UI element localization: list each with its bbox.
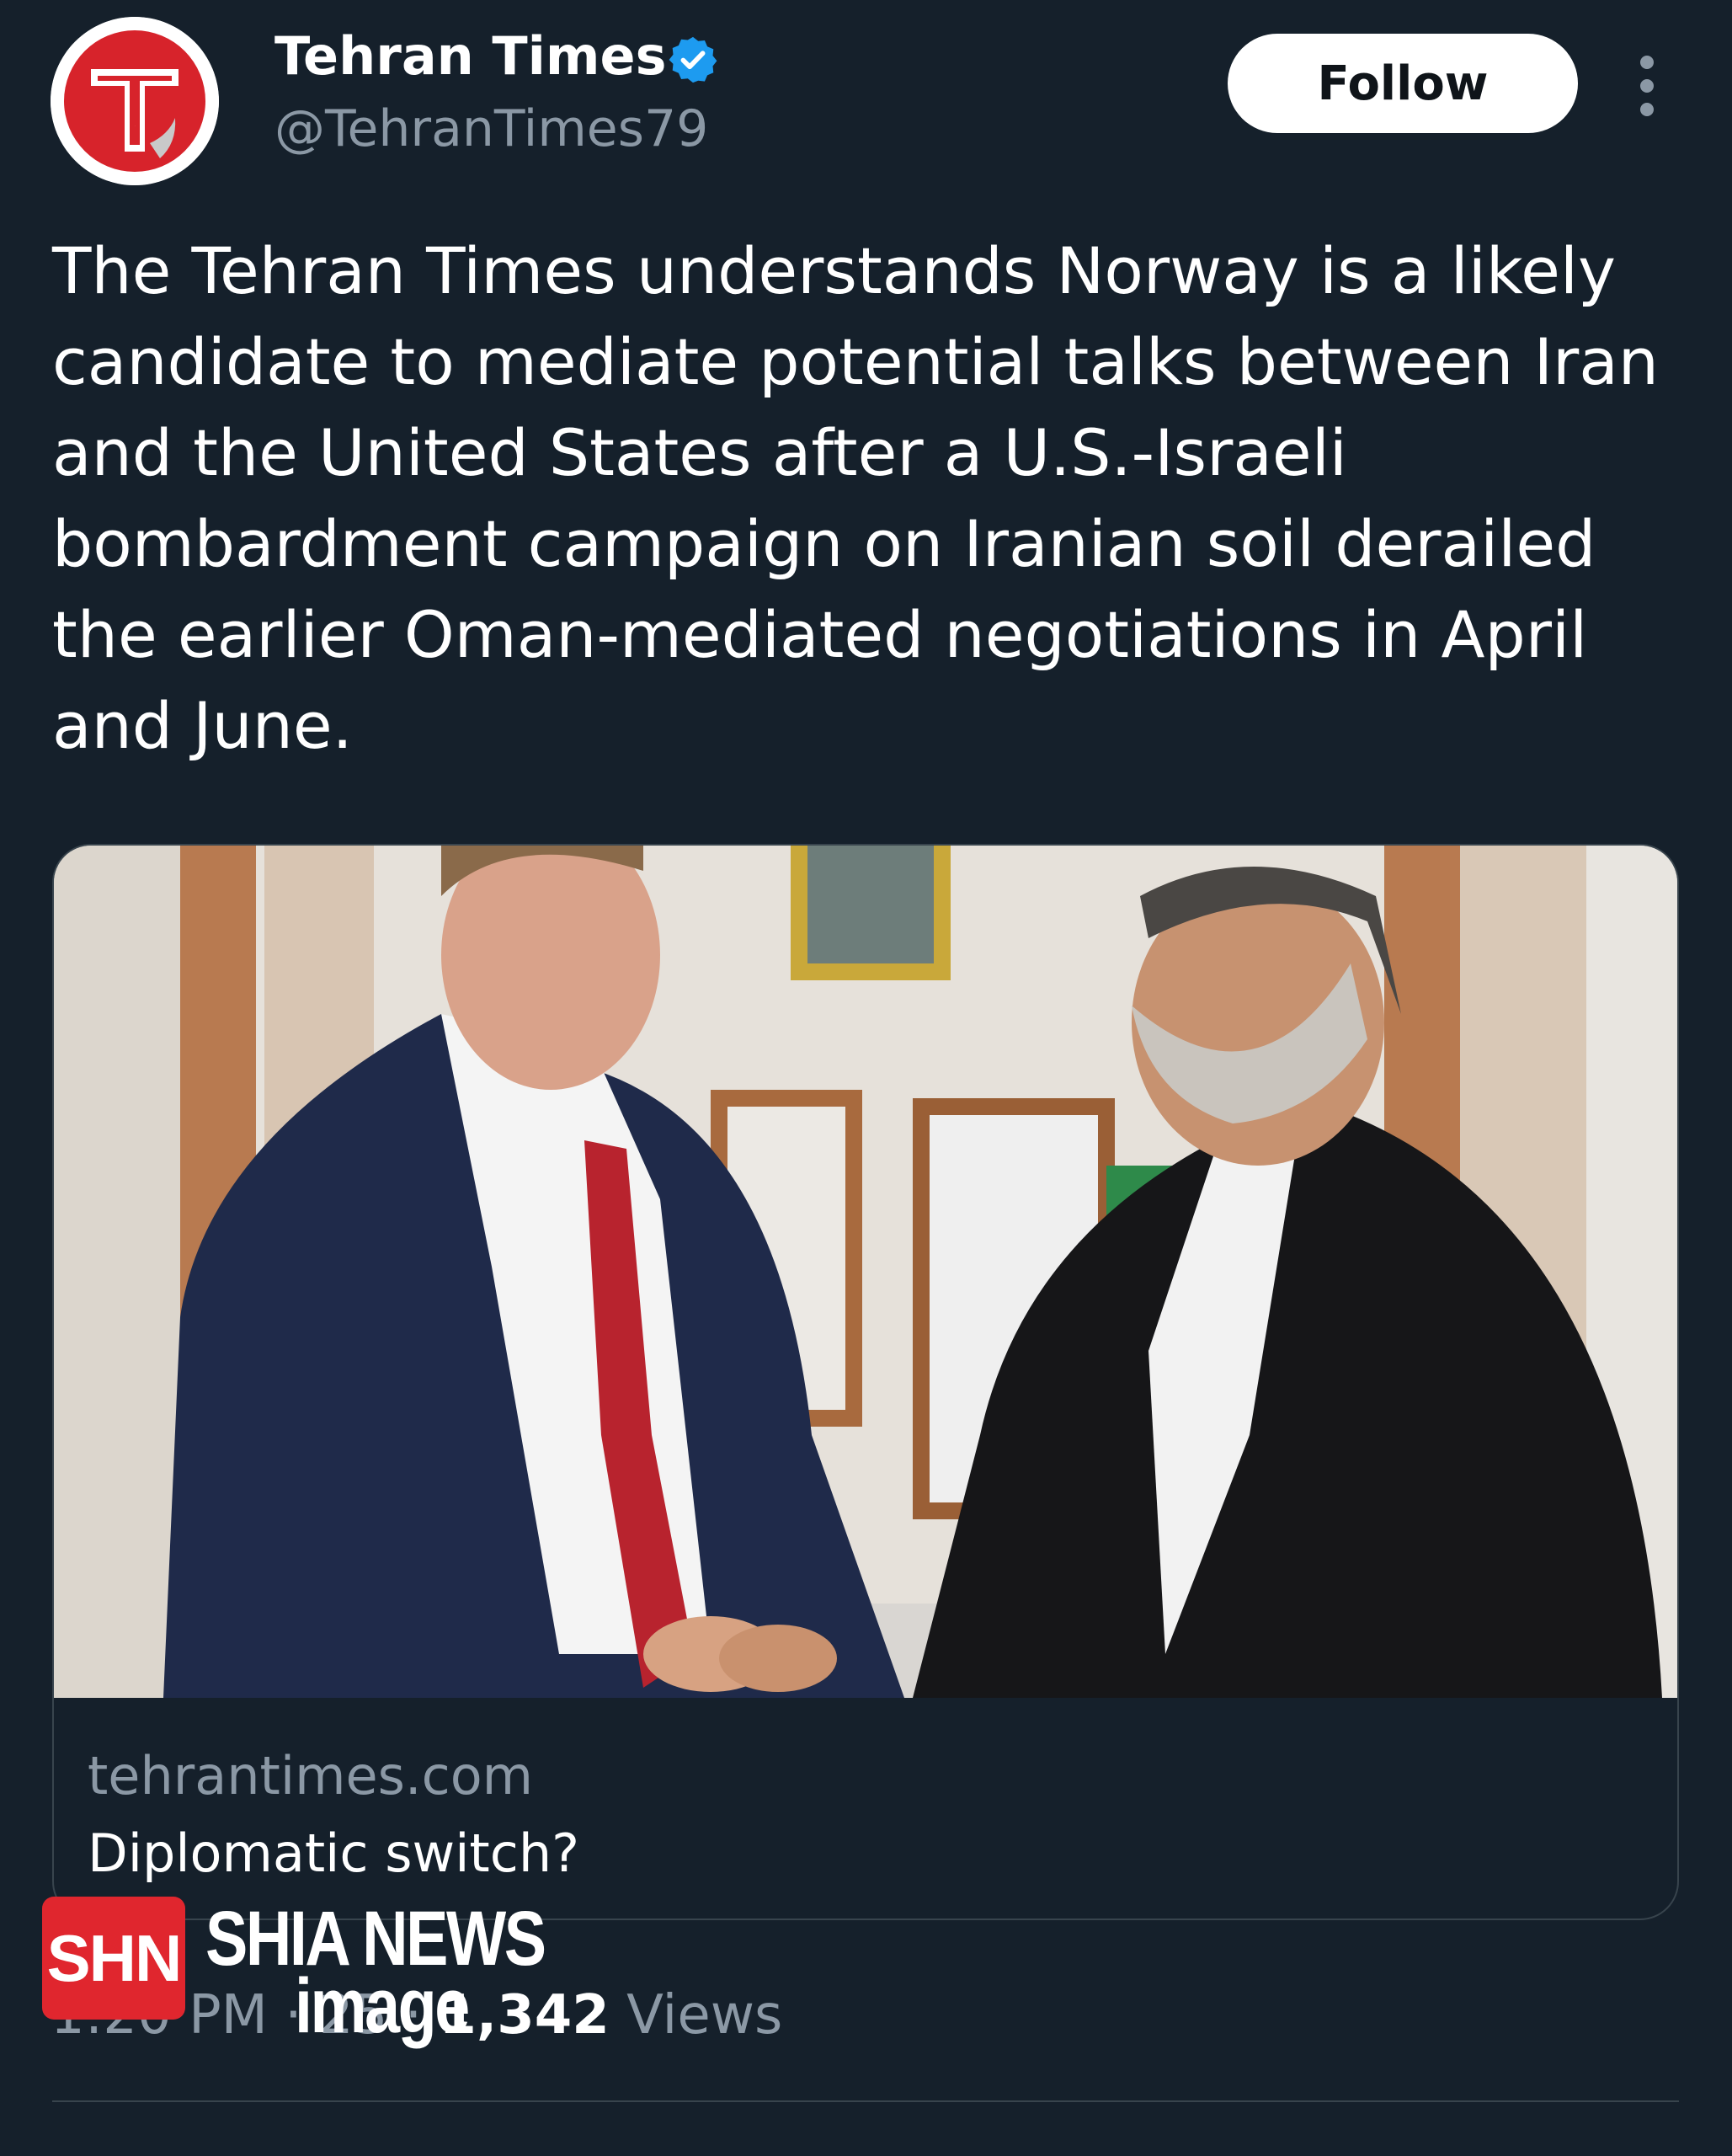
link-card[interactable]: tehrantimes.com Diplomatic switch? [52, 844, 1679, 1920]
card-photo[interactable] [54, 846, 1679, 1698]
tweet-text: The Tehran Times understands Norway is a… [52, 233, 1659, 763]
card-title[interactable]: Diplomatic switch? [88, 1822, 579, 1884]
more-vertical-icon[interactable] [1630, 52, 1664, 120]
tweet: T Tehran Times @TehranTimes79 Follow The… [0, 0, 1732, 2156]
avatar[interactable]: T [51, 17, 219, 185]
verified-badge-icon [669, 36, 717, 83]
watermark-subtitle: image [295, 1963, 470, 2049]
watermark-logo: SHN [42, 1897, 185, 2020]
display-name[interactable]: Tehran Times [274, 25, 666, 87]
views-label: Views [626, 1984, 783, 2047]
card-domain[interactable]: tehrantimes.com [88, 1745, 533, 1806]
divider [52, 2100, 1679, 2102]
tehran-times-logo: T [51, 17, 219, 185]
follow-button[interactable]: Follow [1228, 34, 1578, 133]
user-handle[interactable]: @TehranTimes79 [274, 99, 708, 158]
